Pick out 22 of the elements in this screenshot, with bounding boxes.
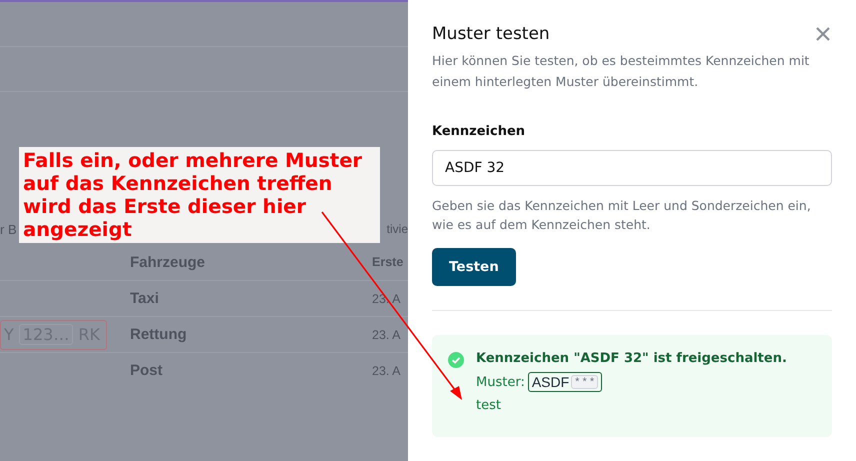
table-cell-text: Post bbox=[130, 362, 164, 379]
check-circle-icon bbox=[448, 352, 464, 368]
plate-input-field[interactable]: ASDF 32 bbox=[432, 150, 832, 186]
field-label: Kennzeichen bbox=[432, 124, 526, 139]
table-cell-text: 23. A bbox=[372, 328, 402, 342]
close-button[interactable] bbox=[816, 27, 830, 41]
panel-title: Muster testen bbox=[432, 24, 550, 44]
column-heading: r B bbox=[0, 222, 17, 236]
field-hint: Geben sie das Kennzeichen mit Leer und Sonderzeichen ein, wie es auf dem Kennzeichen steht. bbox=[432, 197, 812, 234]
table-cell-text: Taxi bbox=[130, 290, 160, 307]
panel-description: Hier können Sie testen, ob es besteimmtes Kennzeichen mit einem hinterlegten Muster übereinstimmt. bbox=[432, 52, 810, 91]
pattern-chip: ASDF * * * bbox=[528, 372, 602, 392]
table-cell-text: 23. A bbox=[372, 364, 402, 378]
column-heading: tivie bbox=[386, 222, 408, 236]
annotation-callout: Falls ein, oder mehrere Muster auf das Kennzeichen treffen wird das Erste dieser hier angezeigt bbox=[19, 147, 380, 243]
test-button[interactable]: Testen bbox=[432, 248, 516, 286]
result-message: Kennzeichen "ASDF 32" ist freigeschalten. bbox=[476, 351, 787, 366]
pattern-label: Muster: bbox=[476, 374, 525, 390]
column-heading: Erste bbox=[372, 255, 404, 269]
pattern-note: test bbox=[476, 398, 502, 413]
column-heading: Fahrzeuge bbox=[130, 254, 206, 270]
table-cell-text: Rettung bbox=[130, 326, 188, 343]
